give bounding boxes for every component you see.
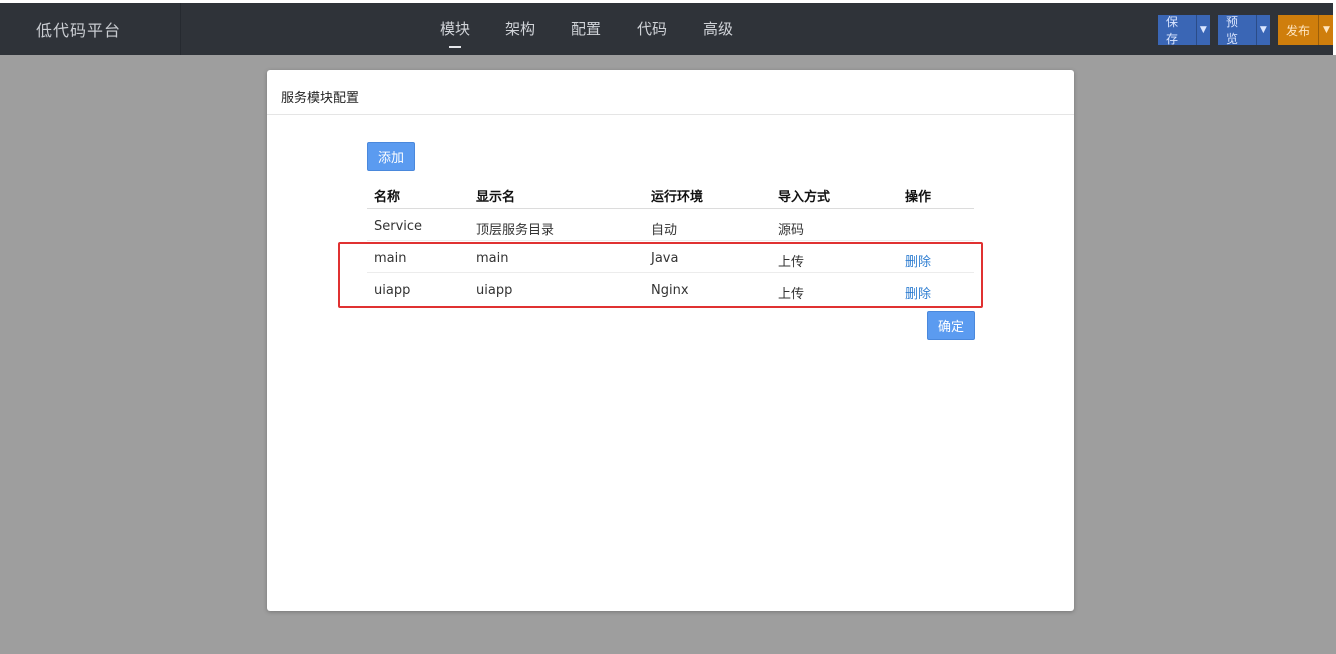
- cell-runtime: Nginx: [651, 283, 689, 298]
- panel-title: 服务模块配置: [267, 70, 1074, 115]
- nav-item-module[interactable]: 模块: [440, 18, 470, 48]
- publish-button[interactable]: 发布 ▼: [1278, 15, 1336, 45]
- delete-link[interactable]: 删除: [905, 251, 931, 270]
- cell-display-name: 顶层服务目录: [476, 223, 555, 238]
- caret-down-icon[interactable]: ▼: [1255, 15, 1270, 45]
- save-button-label: 保存: [1166, 15, 1179, 46]
- column-header-runtime: 运行环境: [651, 190, 704, 205]
- top-bar: 低代码平台 模块 架构 配置 代码 高级 保存 ▼ 预览 ▼ 发布 ▼: [0, 0, 1336, 55]
- caret-down-icon[interactable]: ▼: [1195, 15, 1210, 45]
- cell-name: uiapp: [374, 283, 411, 298]
- nav-item-config[interactable]: 配置: [571, 18, 601, 39]
- cell-import: 源码: [778, 223, 805, 238]
- column-header-name: 名称: [374, 190, 401, 205]
- column-header-action: 操作: [905, 190, 932, 205]
- nav-item-advanced[interactable]: 高级: [703, 18, 733, 39]
- cell-display-name: main: [476, 251, 509, 266]
- cell-name: main: [374, 251, 407, 266]
- brand-divider: [180, 3, 181, 55]
- save-button[interactable]: 保存 ▼: [1158, 15, 1210, 46]
- cell-name: Service: [374, 219, 423, 234]
- column-header-display-name: 显示名: [476, 190, 516, 205]
- preview-button[interactable]: 预览 ▼: [1218, 15, 1270, 46]
- confirm-button[interactable]: 确定: [927, 311, 975, 340]
- module-table: 名称 显示名 运行环境 导入方式 操作 Service 顶层服务目录 自动 源码…: [367, 176, 974, 305]
- publish-button-label: 发布: [1286, 23, 1311, 38]
- table-row: uiapp uiapp Nginx 上传 删除: [367, 273, 974, 305]
- cell-import: 上传: [778, 255, 805, 270]
- nav-item-architecture[interactable]: 架构: [505, 18, 535, 39]
- app-title: 低代码平台: [36, 21, 122, 40]
- nav-item-code[interactable]: 代码: [637, 18, 667, 39]
- cell-runtime: Java: [651, 251, 679, 266]
- cell-display-name: uiapp: [476, 283, 513, 298]
- preview-button-label: 预览: [1226, 15, 1239, 46]
- column-header-import: 导入方式: [778, 190, 831, 205]
- caret-down-icon[interactable]: ▼: [1318, 15, 1334, 45]
- delete-link[interactable]: 删除: [905, 283, 931, 302]
- module-config-panel: 服务模块配置 添加 名称 显示名 运行环境 导入方式 操作 Service 顶层…: [267, 70, 1074, 611]
- table-row: Service 顶层服务目录 自动 源码: [367, 209, 974, 241]
- cell-import: 上传: [778, 287, 805, 302]
- table-row: main main Java 上传 删除: [367, 241, 974, 273]
- add-button[interactable]: 添加: [367, 142, 415, 171]
- cell-runtime: 自动: [651, 223, 678, 238]
- table-header: 名称 显示名 运行环境 导入方式 操作: [367, 176, 974, 209]
